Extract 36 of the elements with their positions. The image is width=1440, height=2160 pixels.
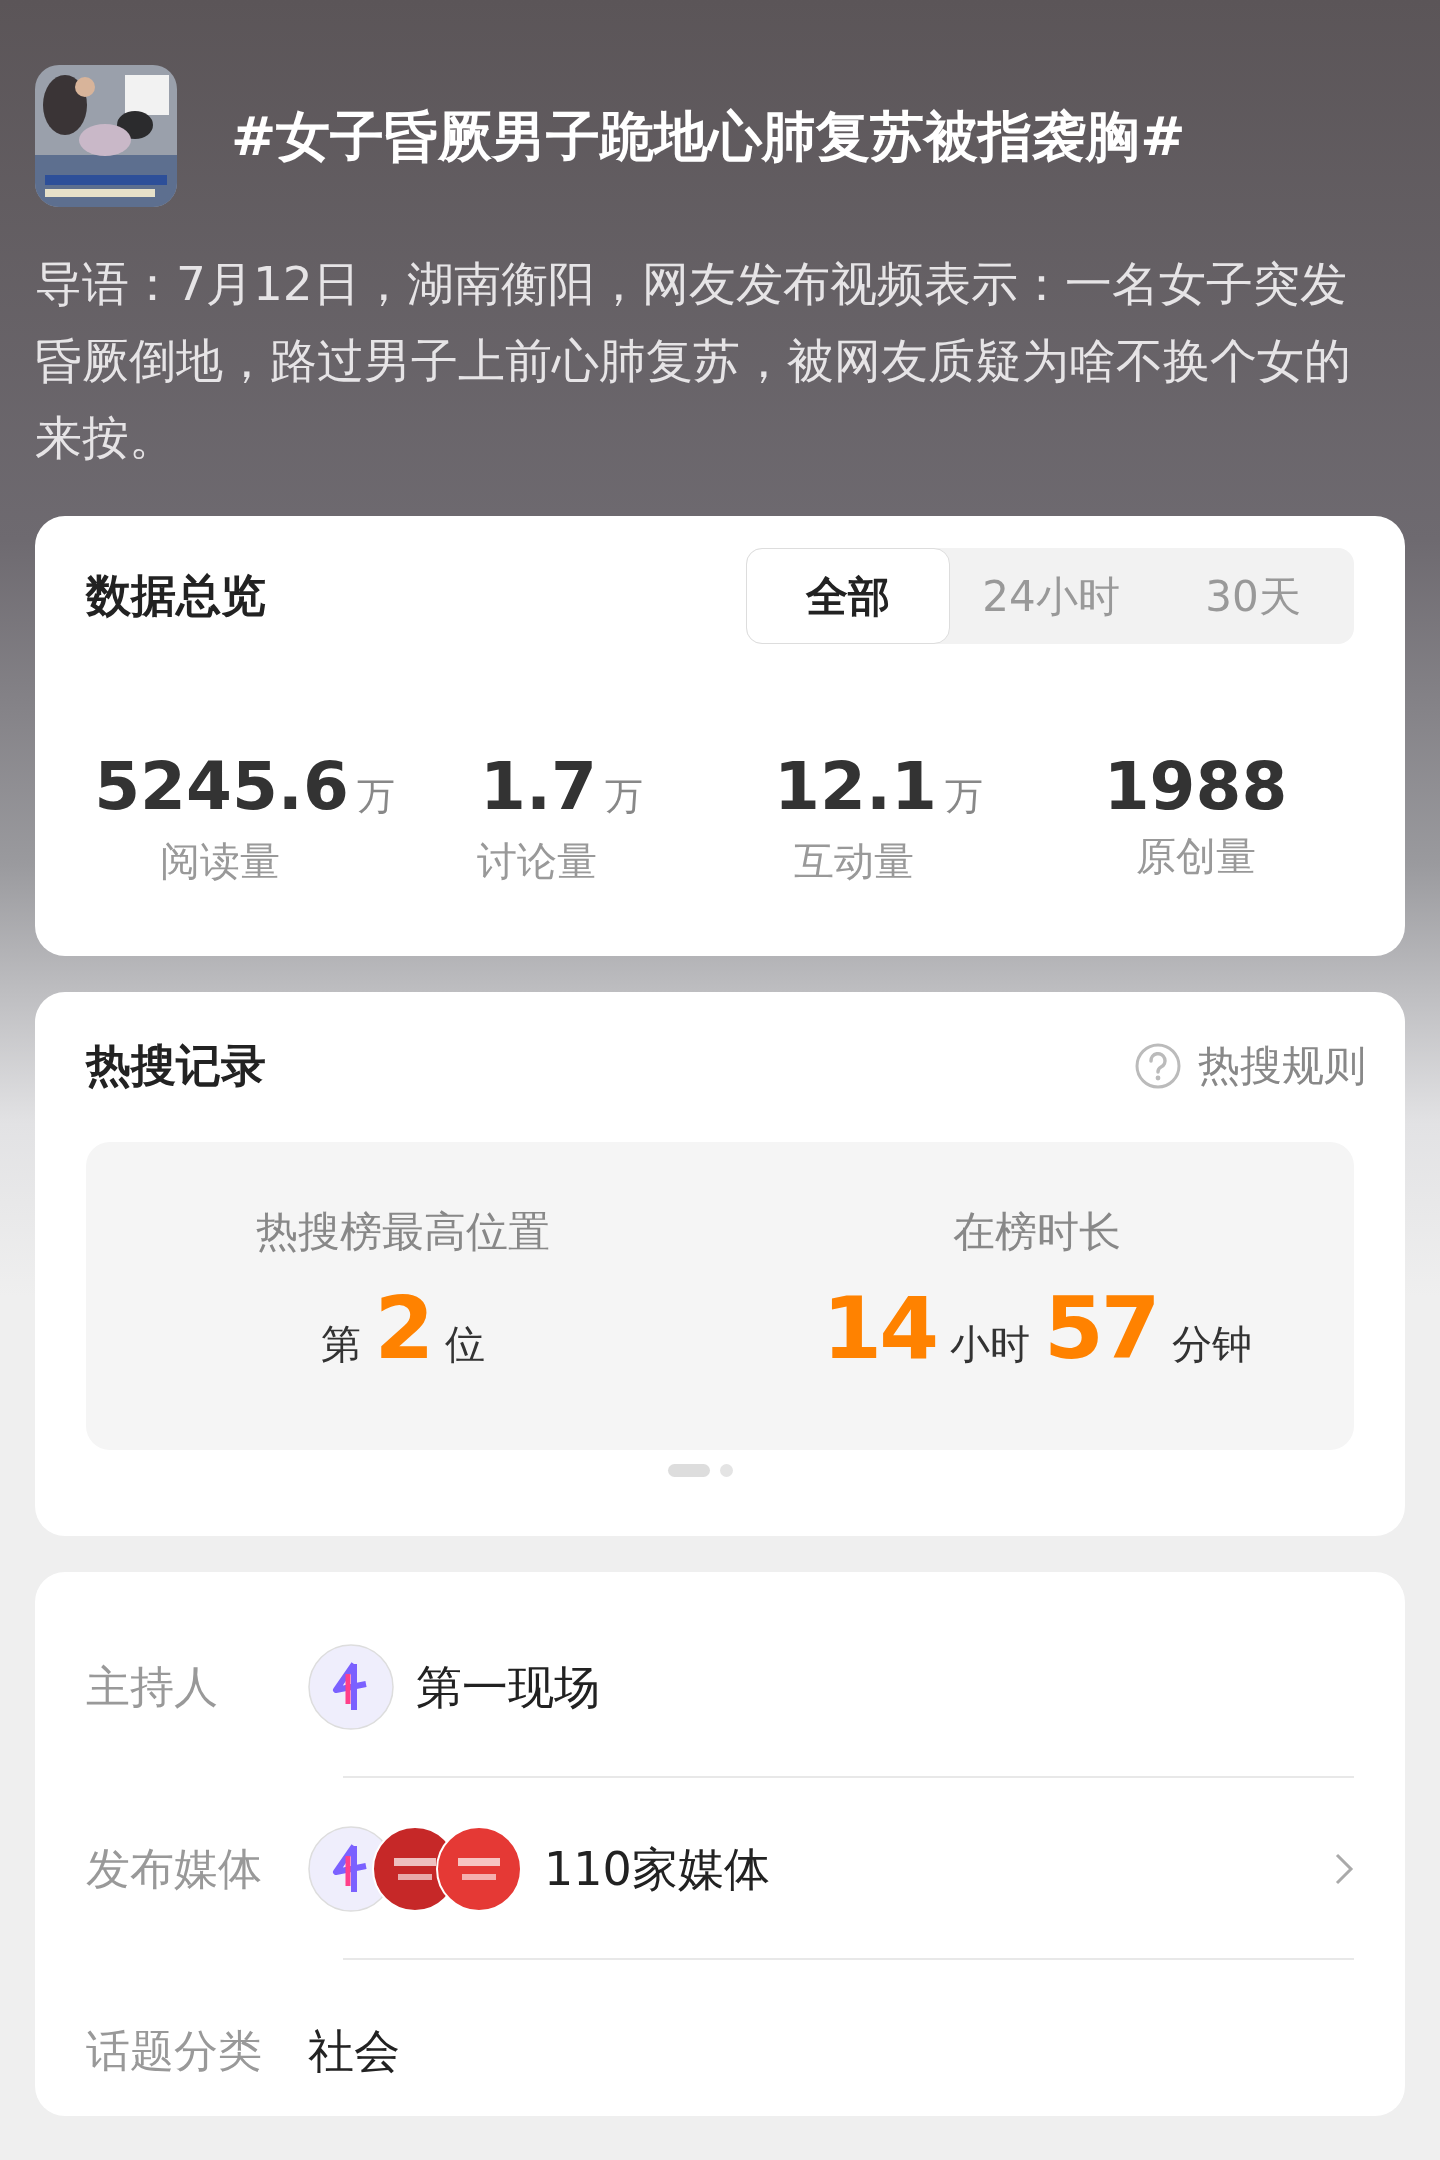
stat-value: 1988: [1103, 754, 1288, 820]
help-icon: [1134, 1041, 1182, 1090]
stat-label: 讨论量: [476, 837, 597, 886]
stat-unit: 位: [445, 1319, 486, 1369]
stat-value: 2: [374, 1284, 432, 1371]
stat-label: 在榜时长: [953, 1205, 1121, 1258]
stat-unit: 分钟: [1171, 1319, 1252, 1369]
field-value[interactable]: 110家媒体: [544, 1834, 770, 1904]
tab[interactable]: 30天: [1152, 548, 1354, 644]
stat-value: 14: [822, 1284, 936, 1371]
tab[interactable]: 全部: [746, 548, 950, 644]
chevron-right-icon[interactable]: [1334, 1852, 1354, 1886]
field-label: 话题分类: [86, 2024, 263, 2078]
stat-label: 阅读量: [159, 837, 280, 886]
stat-label: 原创量: [1135, 832, 1256, 881]
stat-unit: 万: [356, 773, 395, 820]
field-label: 发布媒体: [86, 1842, 263, 1896]
stat-unit: 第: [320, 1319, 361, 1369]
stat-unit: 小时: [950, 1319, 1030, 1369]
stat-unit: 万: [944, 773, 983, 820]
section-title: 数据总览: [86, 568, 266, 625]
field-label: 主持人: [86, 1660, 219, 1714]
field-value: 社会: [308, 2022, 400, 2080]
tab[interactable]: 24小时: [950, 548, 1152, 644]
stat-label: 互动量: [793, 837, 914, 886]
topic-intro: 导语：7月12日，湖南衡阳，网友发布视频表示：一名女子突发昏厥倒地，路过男子上前心肺复苏，被网友质疑为啥不换个女的来按。: [35, 255, 1352, 467]
field-value: 第一现场: [416, 1658, 600, 1716]
stat-label: 热搜榜最高位置: [256, 1205, 550, 1258]
stat-value: 12.1: [774, 754, 937, 820]
stat-value: 1.7: [480, 754, 597, 820]
stat-unit: 万: [604, 773, 643, 820]
section-title: 热搜记录: [86, 1038, 266, 1094]
topic-title: #女子昏厥男子跪地心肺复苏被指袭胸#: [231, 103, 1186, 170]
hot-search-rules-link[interactable]: 热搜规则: [1134, 1034, 1366, 1098]
stat-value: 5245.6: [94, 754, 349, 820]
stat-value: 57: [1044, 1284, 1158, 1371]
